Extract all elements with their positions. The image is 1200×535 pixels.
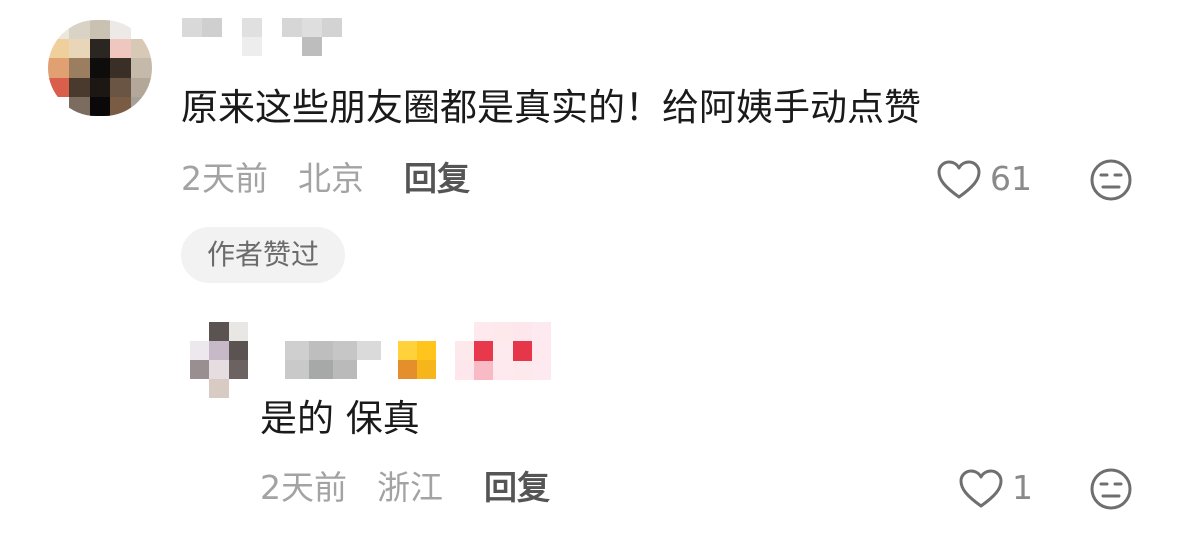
author-liked-badge: 作者赞过 — [181, 227, 345, 283]
comment-time: 2天前 — [181, 159, 268, 198]
reply-location: 浙江 — [377, 468, 443, 507]
reply-button[interactable]: 回复 — [404, 162, 470, 195]
fan-badge-redacted — [455, 322, 551, 380]
neutral-face-icon[interactable] — [1089, 467, 1133, 511]
comment-location: 北京 — [298, 159, 364, 198]
reply-like-count: 1 — [1012, 468, 1033, 507]
reply-time: 2天前 — [260, 468, 347, 507]
commenter-avatar[interactable] — [48, 20, 152, 116]
commenter-name-redacted[interactable] — [182, 18, 362, 56]
like-count: 61 — [990, 159, 1032, 198]
reply-reply-button[interactable]: 回复 — [484, 471, 550, 504]
heart-outline-icon[interactable] — [937, 160, 981, 200]
neutral-face-icon[interactable] — [1089, 158, 1133, 202]
comment-text: 原来这些朋友圈都是真实的！给阿姨手动点赞 — [181, 86, 921, 129]
replier-avatar[interactable] — [190, 322, 248, 398]
heart-outline-icon[interactable] — [959, 469, 1003, 509]
level-badge-redacted — [398, 341, 436, 379]
reply-text: 是的 保真 — [260, 397, 420, 440]
replier-name-redacted[interactable] — [285, 341, 381, 379]
